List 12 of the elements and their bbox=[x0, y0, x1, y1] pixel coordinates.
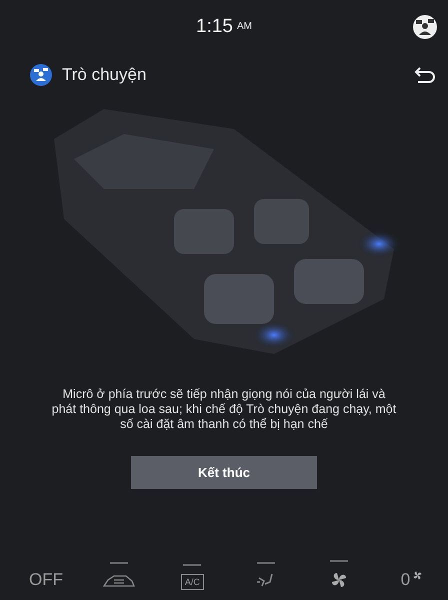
page-title: Trò chuyện bbox=[62, 64, 148, 84]
chat-mode-icon bbox=[30, 64, 52, 86]
fan-icon bbox=[412, 570, 424, 582]
clock-meridiem: AM bbox=[236, 21, 252, 32]
fan-speed-level: 0 bbox=[400, 570, 410, 590]
description-text: Micrô ở phía trước sẽ tiếp nhận giọng nói của người lái và phát thông qua loa sau; khi chế độ Trò chuyện đang chạy, một số cài đặt âm thanh có thể bị hạn chế bbox=[50, 387, 398, 432]
ac-button[interactable]: A/C bbox=[180, 574, 204, 590]
end-button[interactable]: Kết thúc bbox=[131, 456, 317, 490]
chat-mode-icon[interactable] bbox=[412, 14, 438, 40]
power-off-button[interactable]: OFF bbox=[29, 570, 63, 590]
back-icon[interactable] bbox=[414, 66, 436, 84]
clock-time: 1:15 bbox=[196, 16, 233, 38]
